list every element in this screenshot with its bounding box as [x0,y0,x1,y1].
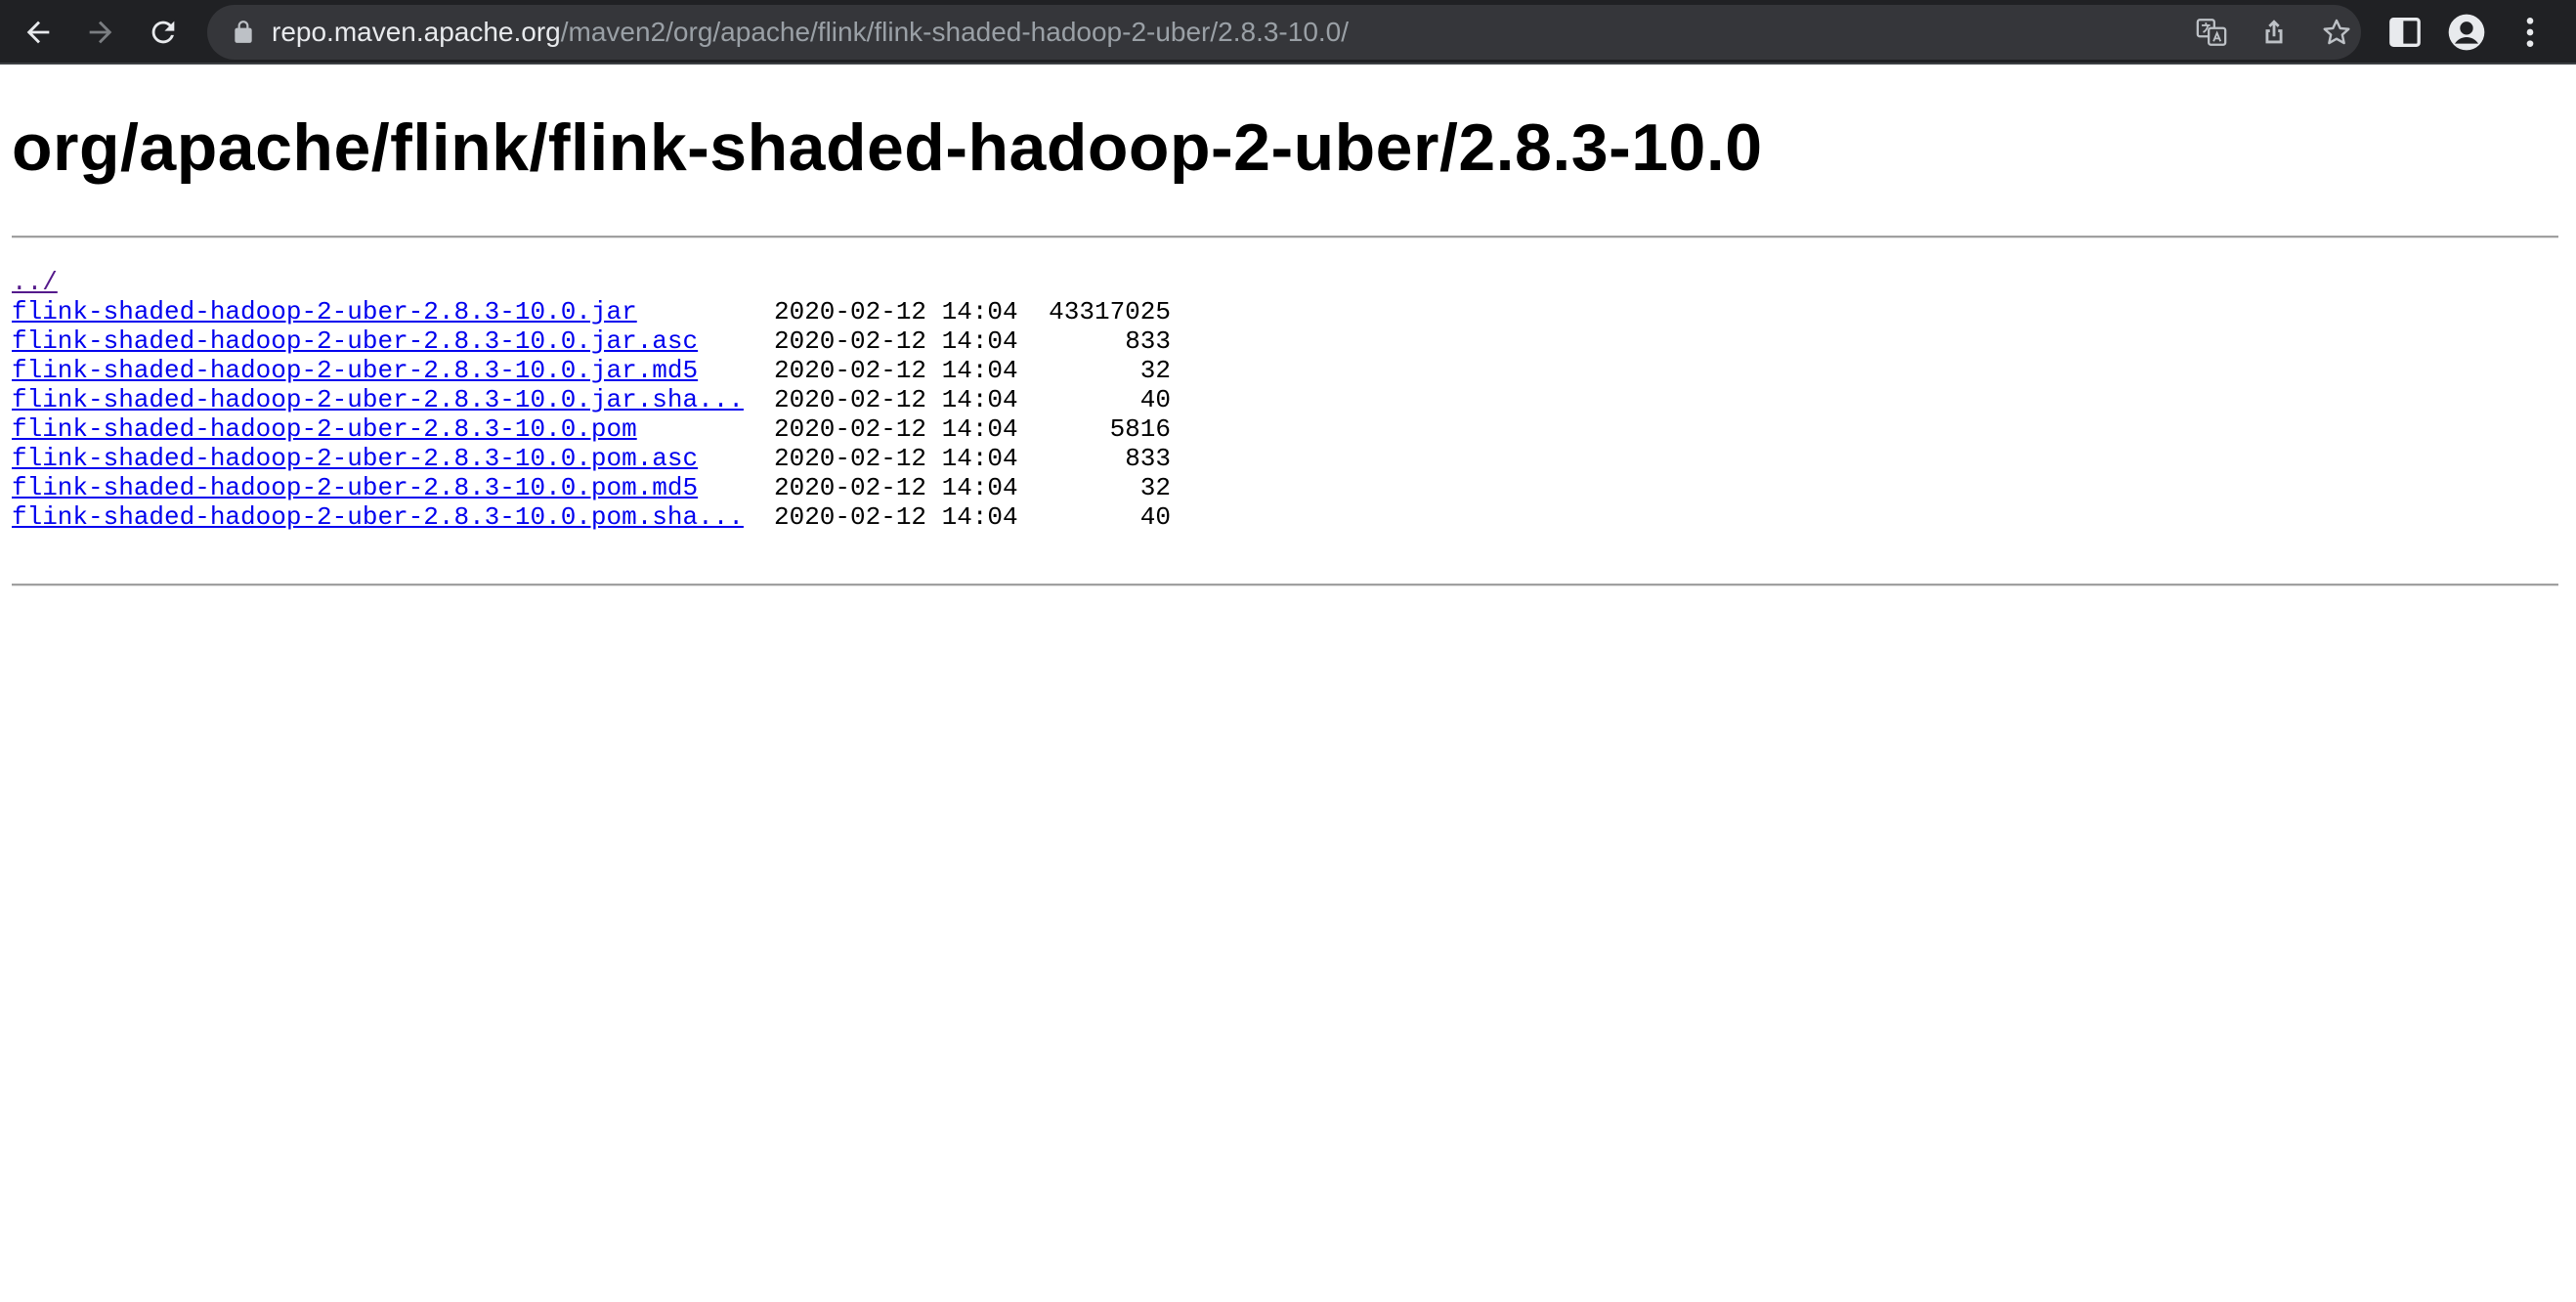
file-size: 40 [1139,502,1171,532]
file-date: 2020-02-12 14:04 [774,297,1018,326]
page-content: org/apache/flink/flink-shaded-hadoop-2-u… [0,66,2576,1302]
file-size: 40 [1139,385,1171,414]
file-link[interactable]: flink-shaded-hadoop-2-uber-2.8.3-10.0.po… [12,414,774,444]
bookmark-star-icon[interactable] [2320,16,2353,49]
file-size: 32 [1139,473,1171,502]
file-date: 2020-02-12 14:04 [774,385,1018,414]
address-bar[interactable]: repo.maven.apache.org/maven2/org/apache/… [207,5,2361,60]
file-link[interactable]: flink-shaded-hadoop-2-uber-2.8.3-10.0.ja… [12,326,774,356]
file-link[interactable]: flink-shaded-hadoop-2-uber-2.8.3-10.0.ja… [12,297,774,326]
url-text[interactable]: repo.maven.apache.org/maven2/org/apache/… [272,5,1349,60]
file-row: flink-shaded-hadoop-2-uber-2.8.3-10.0.ja… [12,326,1171,356]
file-link[interactable]: flink-shaded-hadoop-2-uber-2.8.3-10.0.po… [12,444,774,473]
file-size: 43317025 [1049,297,1171,326]
back-button[interactable] [14,8,63,57]
file-size: 5816 [1109,414,1171,444]
browser-toolbar: repo.maven.apache.org/maven2/org/apache/… [0,0,2576,65]
file-row: flink-shaded-hadoop-2-uber-2.8.3-10.0.ja… [12,356,1171,385]
forward-icon [89,21,112,44]
file-row: flink-shaded-hadoop-2-uber-2.8.3-10.0.po… [12,502,1171,532]
file-date: 2020-02-12 14:04 [774,444,1018,473]
page-title: org/apache/flink/flink-shaded-hadoop-2-u… [12,110,1763,185]
file-row: flink-shaded-hadoop-2-uber-2.8.3-10.0.po… [12,473,1171,502]
file-date: 2020-02-12 14:04 [774,326,1018,356]
parent-directory-link[interactable]: ../ [12,268,774,297]
translate-icon[interactable] [2195,16,2228,49]
file-row: flink-shaded-hadoop-2-uber-2.8.3-10.0.po… [12,444,1171,473]
file-size: 32 [1139,356,1171,385]
back-icon [26,21,50,44]
file-link[interactable]: flink-shaded-hadoop-2-uber-2.8.3-10.0.ja… [12,356,774,385]
share-icon[interactable] [2257,16,2291,49]
url-path: /maven2/org/apache/flink/flink-shaded-ha… [560,17,1350,47]
side-panel-icon[interactable] [2385,13,2425,52]
file-size: 833 [1125,444,1171,473]
file-date: 2020-02-12 14:04 [774,414,1018,444]
forward-button[interactable] [76,8,125,57]
file-link[interactable]: flink-shaded-hadoop-2-uber-2.8.3-10.0.ja… [12,385,774,414]
profile-icon[interactable] [2447,13,2486,52]
top-divider [12,236,2558,239]
file-row: flink-shaded-hadoop-2-uber-2.8.3-10.0.ja… [12,385,1171,414]
file-size: 833 [1125,326,1171,356]
url-host: repo.maven.apache.org [272,17,561,47]
file-row: flink-shaded-hadoop-2-uber-2.8.3-10.0.po… [12,414,1171,444]
file-date: 2020-02-12 14:04 [774,473,1018,502]
parent-row: ../ [12,268,1171,297]
bottom-divider [12,584,2558,586]
file-row: flink-shaded-hadoop-2-uber-2.8.3-10.0.ja… [12,297,1171,326]
file-date: 2020-02-12 14:04 [774,356,1018,385]
menu-icon[interactable] [2511,13,2550,52]
file-listing: ../ flink-shaded-hadoop-2-uber-2.8.3-10.… [12,268,1171,532]
reload-icon [151,21,175,44]
file-date: 2020-02-12 14:04 [774,502,1018,532]
reload-button[interactable] [139,8,188,57]
lock-icon[interactable] [231,20,256,45]
file-link[interactable]: flink-shaded-hadoop-2-uber-2.8.3-10.0.po… [12,502,774,532]
file-link[interactable]: flink-shaded-hadoop-2-uber-2.8.3-10.0.po… [12,473,774,502]
